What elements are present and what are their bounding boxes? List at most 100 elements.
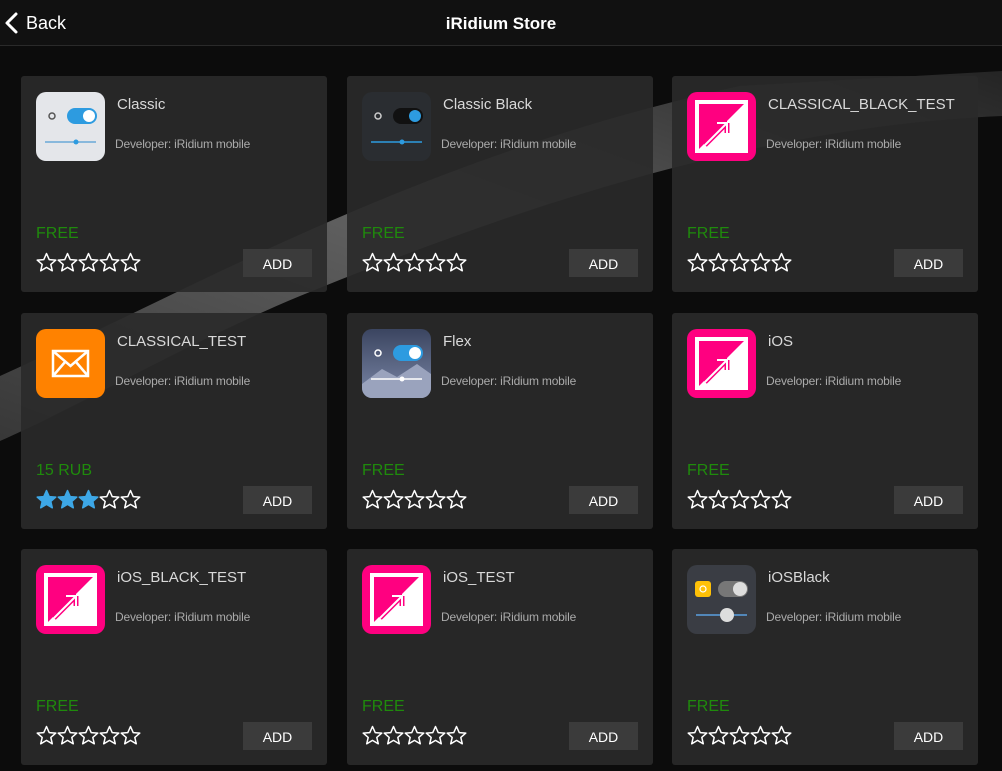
star-empty-icon[interactable] [425,725,446,745]
app-name: iOS_BLACK_TEST [117,569,247,586]
app-card[interactable]: iOSBlack Developer: iRidium mobile FREE ADD [672,549,978,765]
star-empty-icon[interactable] [383,489,404,509]
star-filled-icon[interactable] [36,489,57,509]
app-developer: Developer: iRidium mobile [441,137,577,151]
star-empty-icon[interactable] [99,252,120,272]
app-developer: Developer: iRidium mobile [115,137,251,151]
iridium-arrow-icon[interactable] [362,565,431,634]
app-card[interactable]: Classic Developer: iRidium mobile FREE ADD [21,76,327,292]
star-filled-icon[interactable] [78,489,99,509]
rating-stars[interactable] [687,252,792,272]
star-empty-icon[interactable] [687,252,708,272]
iridium-arrow-icon[interactable] [36,565,105,634]
star-empty-icon[interactable] [729,725,750,745]
star-empty-icon[interactable] [771,252,792,272]
star-empty-icon[interactable] [425,252,446,272]
star-empty-icon[interactable] [120,725,141,745]
app-name: CLASSICAL_BLACK_TEST [768,96,955,113]
app-name: Classic [117,96,166,113]
add-button[interactable]: ADD [894,249,963,277]
star-empty-icon[interactable] [687,725,708,745]
star-empty-icon[interactable] [120,252,141,272]
envelope-icon[interactable] [36,329,105,398]
rating-stars[interactable] [362,489,467,509]
rating-stars[interactable] [36,489,141,509]
star-empty-icon[interactable] [425,489,446,509]
flex-theme-icon[interactable] [362,329,431,398]
star-empty-icon[interactable] [362,489,383,509]
star-empty-icon[interactable] [687,489,708,509]
store-grid[interactable]: Classic Developer: iRidium mobile FREE ADD C… [0,46,1002,771]
app-card[interactable]: iOS_BLACK_TEST Developer: iRidium mobile F… [21,549,327,765]
add-button[interactable]: ADD [894,722,963,750]
add-button[interactable]: ADD [894,486,963,514]
star-empty-icon[interactable] [36,725,57,745]
app-price: FREE [36,225,79,242]
rating-stars[interactable] [687,725,792,745]
iridium-arrow-icon[interactable] [687,92,756,161]
app-price: FREE [687,225,730,242]
star-empty-icon[interactable] [750,489,771,509]
star-empty-icon[interactable] [771,489,792,509]
app-developer: Developer: iRidium mobile [115,374,251,388]
app-developer: Developer: iRidium mobile [766,137,902,151]
star-empty-icon[interactable] [771,725,792,745]
star-empty-icon[interactable] [708,725,729,745]
rating-stars[interactable] [362,725,467,745]
star-empty-icon[interactable] [404,252,425,272]
rating-stars[interactable] [36,252,141,272]
app-name: Classic Black [443,96,533,113]
app-card[interactable]: CLASSICAL_BLACK_TEST Developer: iRidium m… [672,76,978,292]
star-empty-icon[interactable] [446,489,467,509]
rating-stars[interactable] [687,489,792,509]
star-filled-icon[interactable] [57,489,78,509]
app-developer: Developer: iRidium mobile [766,610,902,624]
star-empty-icon[interactable] [362,252,383,272]
add-button[interactable]: ADD [243,249,312,277]
star-empty-icon[interactable] [446,252,467,272]
star-empty-icon[interactable] [362,725,383,745]
app-card[interactable]: CLASSICAL_TEST Developer: iRidium mobile 1… [21,313,327,529]
add-button[interactable]: ADD [243,486,312,514]
iridium-arrow-icon[interactable] [687,329,756,398]
rating-stars[interactable] [362,252,467,272]
add-button[interactable]: ADD [243,722,312,750]
add-button[interactable]: ADD [569,722,638,750]
add-button[interactable]: ADD [569,486,638,514]
star-empty-icon[interactable] [57,252,78,272]
star-empty-icon[interactable] [404,725,425,745]
classic-black-theme-icon[interactable] [362,92,431,161]
app-price: FREE [362,462,405,479]
star-empty-icon[interactable] [36,252,57,272]
star-empty-icon[interactable] [383,252,404,272]
app-name: iOSBlack [768,569,830,586]
star-empty-icon[interactable] [404,489,425,509]
star-empty-icon[interactable] [99,725,120,745]
star-empty-icon[interactable] [383,725,404,745]
app-card[interactable]: Classic Black Developer: iRidium mobile FR… [347,76,653,292]
app-card[interactable]: iOS Developer: iRidium mobile FREE ADD [672,313,978,529]
ios-black-theme-icon[interactable] [687,565,756,634]
star-empty-icon[interactable] [708,252,729,272]
page-title: iRidium Store [445,14,557,33]
app-card[interactable]: Flex Developer: iRidium mobile FREE ADD [347,313,653,529]
app-price: FREE [362,698,405,715]
star-empty-icon[interactable] [78,725,99,745]
top-bar: Back iRidium Store [0,0,1002,46]
star-empty-icon[interactable] [708,489,729,509]
star-empty-icon[interactable] [78,252,99,272]
star-empty-icon[interactable] [729,252,750,272]
app-price: FREE [687,462,730,479]
star-empty-icon[interactable] [729,489,750,509]
add-button[interactable]: ADD [569,249,638,277]
star-empty-icon[interactable] [750,725,771,745]
star-empty-icon[interactable] [120,489,141,509]
rating-stars[interactable] [36,725,141,745]
star-empty-icon[interactable] [99,489,120,509]
star-empty-icon[interactable] [446,725,467,745]
star-empty-icon[interactable] [750,252,771,272]
app-card[interactable]: iOS_TEST Developer: iRidium mobile FREE ADD [347,549,653,765]
star-empty-icon[interactable] [57,725,78,745]
classic-theme-icon[interactable] [36,92,105,161]
app-developer: Developer: iRidium mobile [766,374,902,388]
